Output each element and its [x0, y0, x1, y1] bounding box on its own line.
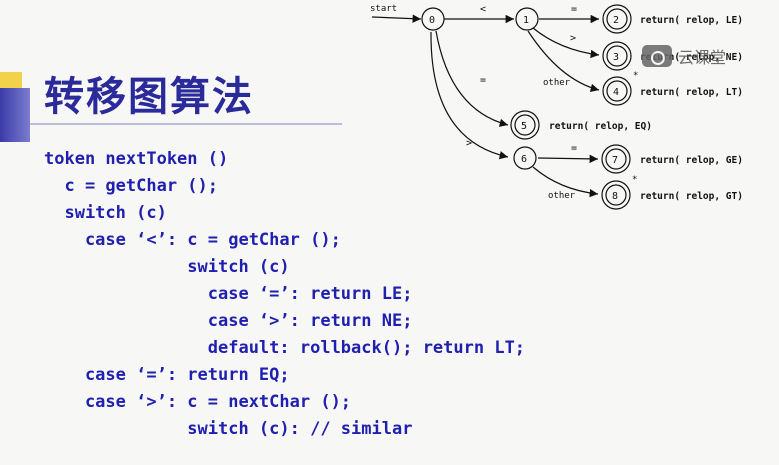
edge-label-6-7: =	[571, 143, 577, 154]
code-line: token nextToken ()	[44, 149, 229, 169]
state-5-action: return( relop, EQ)	[549, 121, 652, 132]
svg-text:3: 3	[613, 52, 619, 63]
svg-text:8: 8	[612, 191, 618, 202]
cloud-class-logo-icon	[642, 45, 672, 67]
code-line: case ‘>’: return NE;	[44, 311, 413, 331]
edge-label-1-3: >	[570, 33, 576, 44]
code-line: switch (c): // similar	[44, 419, 413, 439]
start-label: start	[370, 4, 397, 14]
edge-label-6-8: other	[548, 191, 576, 201]
edge-6-7	[537, 154, 599, 164]
state-4-star: *	[633, 71, 638, 81]
svg-text:0: 0	[429, 15, 435, 26]
code-line: c = getChar ();	[44, 176, 218, 196]
code-line: case ‘=’: return EQ;	[44, 365, 290, 385]
code-line: case ‘<’: c = getChar ();	[44, 230, 341, 250]
state-5: 5	[510, 110, 540, 140]
start-arrow	[371, 14, 422, 23]
svg-text:2: 2	[613, 15, 619, 26]
state-4-action: return( relop, LT)	[640, 87, 743, 98]
code-line: case ‘=’: return LE;	[44, 284, 413, 304]
svg-text:4: 4	[613, 87, 619, 98]
edge-label-0-5: =	[480, 75, 486, 86]
code-line: case ‘>’: c = nextChar ();	[44, 392, 352, 412]
edge-label-1-4: other	[543, 78, 571, 88]
state-8-action: return( relop, GT)	[640, 191, 743, 202]
state-4: 4	[602, 76, 632, 106]
state-7: 7	[601, 144, 631, 174]
code-line: switch (c)	[44, 257, 290, 277]
state-8-star: *	[632, 175, 637, 185]
state-3: 3	[602, 41, 632, 71]
state-8: 8	[601, 180, 631, 210]
code-line: default: rollback(); return LT;	[44, 338, 526, 358]
state-2: 2	[602, 4, 632, 34]
svg-text:5: 5	[521, 121, 527, 132]
code-block: token nextToken () c = getChar (); switc…	[44, 146, 525, 443]
edge-6-8	[532, 166, 599, 198]
watermark: 云课堂	[642, 44, 726, 68]
state-7-action: return( relop, GE)	[640, 155, 743, 166]
watermark-text: 云课堂	[678, 48, 727, 67]
svg-text:1: 1	[523, 15, 529, 26]
state-1: 1	[515, 7, 539, 31]
svg-text:7: 7	[612, 155, 618, 166]
state-0: 0	[421, 7, 445, 31]
edge-label-0-1: <	[480, 4, 486, 15]
state-2-action: return( relop, LE)	[640, 15, 743, 26]
code-line: switch (c)	[44, 203, 167, 223]
edge-label-1-2: =	[571, 4, 577, 15]
